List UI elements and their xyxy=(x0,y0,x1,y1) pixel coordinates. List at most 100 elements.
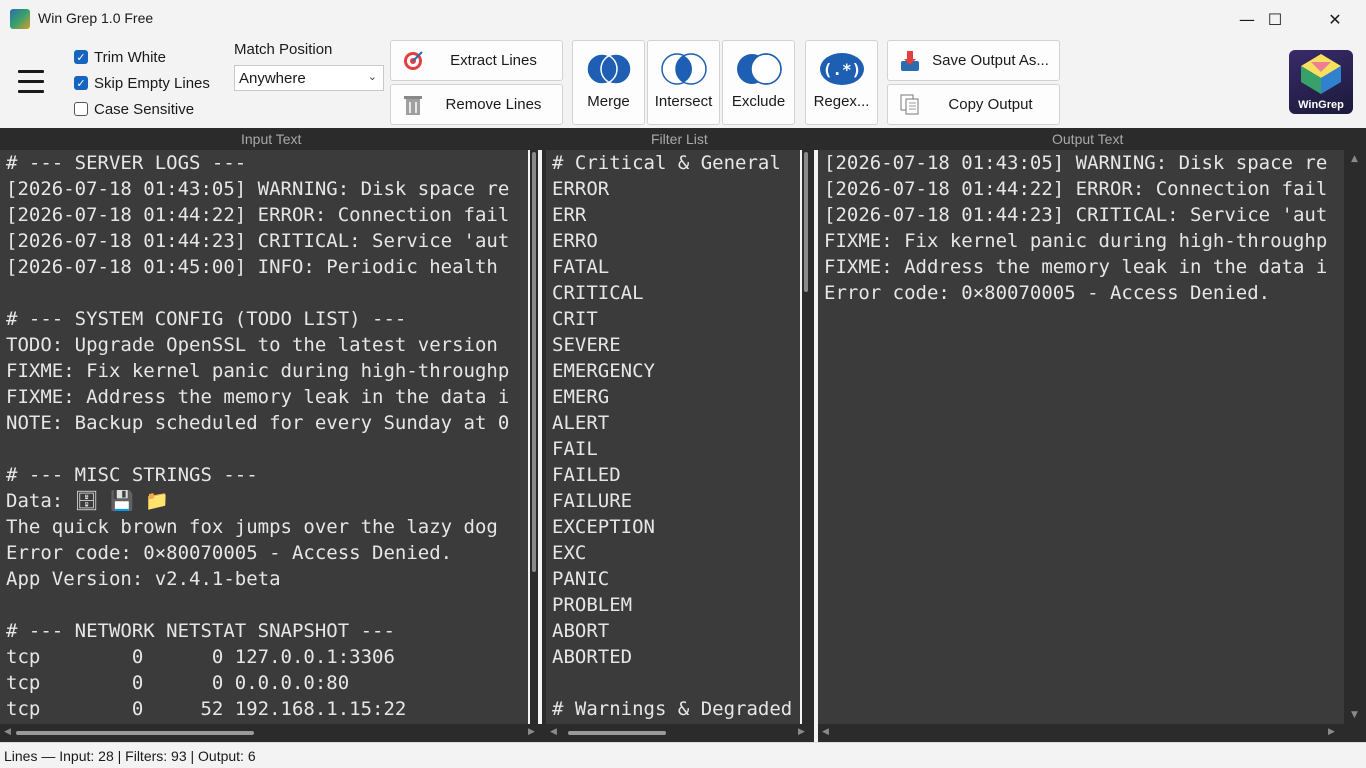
output-line: [2026-07-18 01:43:05] WARNING: Disk spac… xyxy=(824,152,1328,174)
close-button[interactable]: ✕ xyxy=(1306,0,1364,38)
merge-button[interactable]: Merge xyxy=(572,40,645,125)
status-text: Lines — Input: 28 | Filters: 93 | Output… xyxy=(4,747,256,764)
filter-line: ERRO xyxy=(552,230,598,252)
input-line: App Version: v2.4.1-beta xyxy=(6,568,281,590)
trim-white-checkbox[interactable]: ✓ Trim White xyxy=(74,46,166,68)
input-line: [2026-07-18 01:43:05] WARNING: Disk spac… xyxy=(6,178,510,200)
filter-horizontal-scrollbar[interactable]: ◀ ▶ xyxy=(546,724,810,742)
filter-line: # Critical & General xyxy=(552,152,781,174)
intersect-button[interactable]: Intersect xyxy=(647,40,720,125)
scroll-right-icon[interactable]: ▶ xyxy=(528,727,535,737)
filter-line: PANIC xyxy=(552,568,610,590)
input-horizontal-scrollbar[interactable]: ◀ ▶ xyxy=(0,724,542,742)
checkmark-icon: ✓ xyxy=(74,76,88,90)
unchecked-box-icon xyxy=(74,102,88,116)
input-line: tcp 0 0 127.0.0.1:3306 xyxy=(6,646,395,668)
filter-list-area[interactable]: # Critical & General ERROR ERR ERRO FATAL CRI… xyxy=(546,150,800,724)
scroll-thumb[interactable] xyxy=(568,731,666,735)
copy-output-button[interactable]: Copy Output xyxy=(887,84,1060,125)
input-line: [2026-07-18 01:44:22] ERROR: Connection … xyxy=(6,204,510,226)
filter-panel-title: Filter List xyxy=(651,131,708,147)
scroll-up-icon[interactable]: ▲ xyxy=(1351,154,1358,164)
filter-line: PROBLEM xyxy=(552,594,633,616)
input-line: tcp 0 52 192.168.1.15:22 xyxy=(6,698,407,720)
title-bar: Win Grep 1.0 Free — ☐ ✕ xyxy=(0,0,1366,38)
case-sensitive-checkbox[interactable]: Case Sensitive xyxy=(74,98,194,120)
input-line: FIXME: Address the memory leak in the da… xyxy=(6,386,510,408)
merge-circles-icon xyxy=(585,51,633,87)
remove-lines-label: Remove Lines xyxy=(445,96,542,113)
output-vertical-scrollbar[interactable]: ▲ ▼ xyxy=(1344,150,1366,724)
regex-icon: (.*) xyxy=(819,51,865,87)
filter-line: # Warnings & Degraded xyxy=(552,698,793,720)
extract-lines-label: Extract Lines xyxy=(450,52,537,69)
input-line xyxy=(6,592,509,618)
regex-label: Regex... xyxy=(813,93,870,110)
scroll-right-icon[interactable]: ▶ xyxy=(1328,727,1335,737)
svg-text:(.*): (.*) xyxy=(822,60,861,79)
intersect-label: Intersect xyxy=(654,93,713,110)
copy-output-label: Copy Output xyxy=(948,96,1033,113)
output-text-area[interactable]: [2026-07-18 01:43:05] WARNING: Disk spac… xyxy=(818,150,1344,724)
filter-line: ERROR xyxy=(552,178,610,200)
input-line xyxy=(6,436,509,462)
match-position-select[interactable]: Anywhere ⌄ xyxy=(234,65,384,91)
status-bar: Lines — Input: 28 | Filters: 93 | Output… xyxy=(0,742,1366,768)
scroll-thumb[interactable] xyxy=(804,152,808,292)
skip-empty-lines-checkbox[interactable]: ✓ Skip Empty Lines xyxy=(74,72,210,94)
filter-line: FAILURE xyxy=(552,490,633,512)
scroll-thumb[interactable] xyxy=(16,731,254,735)
scroll-down-icon[interactable]: ▼ xyxy=(1351,710,1358,720)
output-line: FIXME: Address the memory leak in the da… xyxy=(824,256,1328,278)
panel-headers: Input Text Filter List Output Text xyxy=(0,128,1366,150)
output-line: Error code: 0×80070005 - Access Denied. xyxy=(824,282,1271,304)
scroll-left-icon[interactable]: ◀ xyxy=(550,727,557,737)
input-vertical-scrollbar[interactable] xyxy=(530,150,538,724)
case-sensitive-label: Case Sensitive xyxy=(94,100,195,118)
maximize-button[interactable]: ☐ xyxy=(1246,0,1304,38)
save-output-button[interactable]: Save Output As... xyxy=(887,40,1060,81)
match-position-label: Match Position xyxy=(234,41,333,58)
merge-label: Merge xyxy=(587,93,630,110)
filter-vertical-scrollbar[interactable] xyxy=(802,150,810,724)
checkmark-icon: ✓ xyxy=(74,50,88,64)
filter-line: CRITICAL xyxy=(552,282,644,304)
input-line: # --- SYSTEM CONFIG (TODO LIST) --- xyxy=(6,308,407,330)
input-lines: # --- SERVER LOGS --- [2026-07-18 01:43:0… xyxy=(6,150,509,722)
input-line: tcp 0 0 0.0.0.0:80 xyxy=(6,672,350,694)
input-line: Data: 🗄 💾 📁 xyxy=(6,490,169,512)
input-line: # --- NETWORK NETSTAT SNAPSHOT --- xyxy=(6,620,395,642)
panel-splitter[interactable] xyxy=(810,150,814,742)
exclude-circles-icon xyxy=(735,51,783,87)
save-download-icon xyxy=(898,49,922,73)
scroll-thumb[interactable] xyxy=(532,152,536,572)
input-line: # --- MISC STRINGS --- xyxy=(6,464,258,486)
input-line: [2026-07-18 01:45:00] INFO: Periodic hea… xyxy=(6,256,498,278)
intersect-circles-icon xyxy=(660,51,708,87)
wingrep-logo: WinGrep xyxy=(1289,50,1353,114)
exclude-label: Exclude xyxy=(731,93,786,110)
filter-line: CRIT xyxy=(552,308,598,330)
scroll-right-icon[interactable]: ▶ xyxy=(798,727,805,737)
filter-line: FAIL xyxy=(552,438,598,460)
filter-lines: # Critical & General ERROR ERR ERRO FATAL CRI… xyxy=(552,150,792,722)
scroll-left-icon[interactable]: ◀ xyxy=(4,727,11,737)
scroll-left-icon[interactable]: ◀ xyxy=(822,727,829,737)
output-lines: [2026-07-18 01:43:05] WARNING: Disk spac… xyxy=(824,150,1327,306)
hamburger-menu-icon[interactable] xyxy=(18,70,46,94)
extract-lines-button[interactable]: Extract Lines xyxy=(390,40,563,81)
input-line: NOTE: Backup scheduled for every Sunday … xyxy=(6,412,510,434)
input-text-area[interactable]: # --- SERVER LOGS --- [2026-07-18 01:43:0… xyxy=(0,150,528,724)
remove-lines-button[interactable]: Remove Lines xyxy=(390,84,563,125)
output-horizontal-scrollbar[interactable]: ◀ ▶ xyxy=(818,724,1366,742)
regex-button[interactable]: (.*) Regex... xyxy=(805,40,878,125)
input-panel-title: Input Text xyxy=(241,131,302,147)
trash-icon xyxy=(401,93,425,117)
match-position-value: Anywhere xyxy=(239,69,306,87)
filter-line: FATAL xyxy=(552,256,610,278)
skip-empty-lines-label: Skip Empty Lines xyxy=(94,74,210,92)
window-title: Win Grep 1.0 Free xyxy=(38,10,154,26)
filter-line: ERR xyxy=(552,204,587,226)
exclude-button[interactable]: Exclude xyxy=(722,40,795,125)
output-line: [2026-07-18 01:44:23] CRITICAL: Service … xyxy=(824,204,1328,226)
